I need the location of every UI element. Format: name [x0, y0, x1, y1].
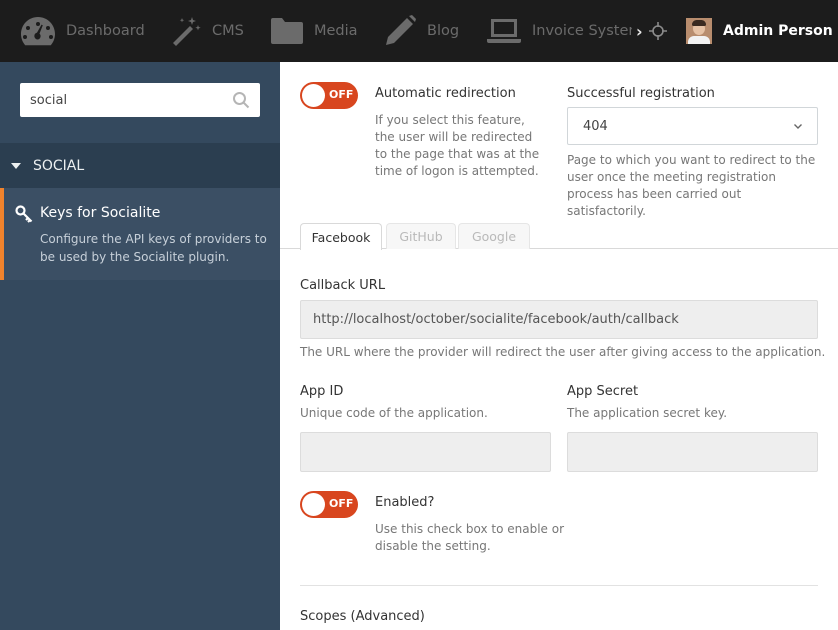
nav-item-invoice-system[interactable]: Invoice System: [486, 0, 632, 62]
laptop-icon: [486, 17, 522, 45]
sidebar-item-description: Configure the API keys of providers to b…: [40, 232, 267, 264]
nav-label: Invoice System: [532, 23, 632, 39]
callback-url-help: The URL where the provider will redirect…: [300, 345, 826, 359]
app-id-field[interactable]: [300, 432, 551, 472]
callback-url-label: Callback URL: [300, 278, 386, 293]
successful-registration-select[interactable]: 404: [567, 107, 818, 145]
section-divider: [300, 585, 818, 586]
tab-label: Facebook: [311, 229, 371, 245]
app-id-help: Unique code of the application.: [300, 406, 488, 420]
auto-redirect-label: Automatic redirection: [375, 86, 516, 101]
pencil-icon: [383, 14, 417, 48]
top-navigation-bar: Dashboard CMS Media Blog Invoice System …: [0, 0, 838, 62]
nav-more-arrow[interactable]: ›: [636, 22, 643, 41]
enabled-switch[interactable]: OFF: [300, 491, 358, 518]
sidebar-item-title: Keys for Socialite: [40, 205, 161, 221]
scopes-label: Scopes (Advanced): [300, 609, 425, 624]
tab-label: GitHub: [399, 229, 443, 244]
tab-label: Google: [471, 229, 517, 244]
settings-form: OFF Automatic redirection If you select …: [280, 62, 838, 630]
search-input[interactable]: [20, 83, 225, 117]
key-icon: [15, 205, 33, 227]
switch-knob: [302, 493, 325, 516]
sidebar-item-keys-for-socialite[interactable]: Keys for Socialite Configure the API key…: [0, 188, 280, 280]
successful-registration-help: Page to which you want to redirect to th…: [567, 153, 816, 218]
caret-down-icon: [11, 162, 21, 169]
avatar: [686, 18, 712, 44]
chevron-down-icon: [793, 120, 803, 135]
auto-redirect-help: If you select this feature, the user wil…: [375, 113, 540, 178]
auto-redirect-switch[interactable]: OFF: [300, 82, 358, 109]
user-name: Admin Person: [723, 23, 833, 39]
move-icon[interactable]: [648, 21, 668, 45]
search-icon[interactable]: [232, 91, 250, 113]
switch-knob: [302, 84, 325, 107]
dashboard-icon: [20, 15, 56, 47]
switch-state: OFF: [329, 497, 354, 510]
app-id-label: App ID: [300, 384, 344, 399]
section-label: SOCIAL: [33, 157, 85, 174]
nav-label: Blog: [427, 23, 460, 39]
sidebar-section-social[interactable]: SOCIAL: [0, 143, 280, 188]
app-secret-help: The application secret key.: [567, 406, 728, 420]
folder-icon: [270, 16, 304, 46]
enabled-help: Use this check box to enable or disable …: [375, 522, 565, 553]
tab-github[interactable]: GitHub: [386, 223, 456, 249]
sidebar: SOCIAL Keys for Socialite Configure the …: [0, 62, 280, 630]
enabled-label: Enabled?: [375, 495, 435, 510]
magic-wand-icon: [170, 15, 202, 47]
tab-facebook[interactable]: Facebook: [300, 223, 382, 250]
app-secret-label: App Secret: [567, 384, 639, 399]
app-secret-field[interactable]: [567, 432, 818, 472]
select-value: 404: [583, 119, 608, 134]
nav-item-media[interactable]: Media: [270, 0, 358, 62]
tab-google[interactable]: Google: [458, 223, 530, 249]
successful-registration-label: Successful registration: [567, 86, 715, 101]
switch-state: OFF: [329, 88, 354, 101]
nav-label: Media: [314, 23, 358, 39]
callback-url-value: http://localhost/october/socialite/faceb…: [313, 312, 679, 327]
nav-label: Dashboard: [66, 23, 145, 39]
callback-url-field[interactable]: http://localhost/october/socialite/faceb…: [300, 300, 818, 339]
nav-item-dashboard[interactable]: Dashboard: [20, 0, 145, 62]
nav-item-cms[interactable]: CMS: [170, 0, 244, 62]
user-menu[interactable]: Admin Person: [686, 0, 833, 62]
nav-label: CMS: [212, 23, 244, 39]
nav-item-blog[interactable]: Blog: [383, 0, 459, 62]
search-box: [20, 83, 260, 117]
